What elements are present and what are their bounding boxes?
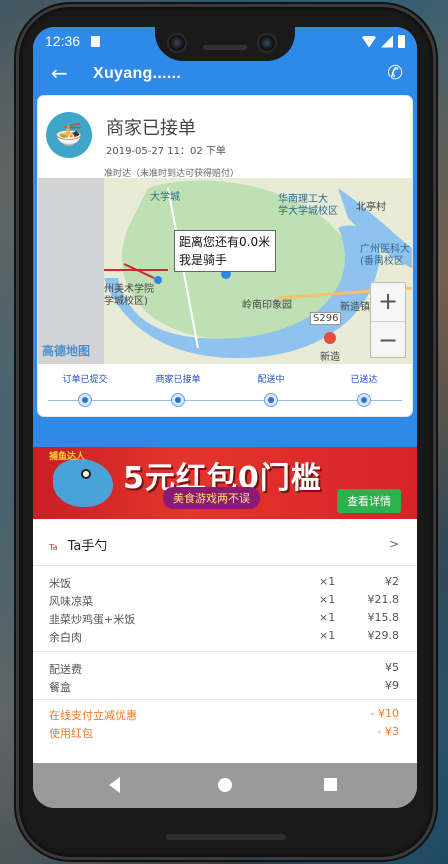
promo-row: 在线支付立减优惠 - ¥10	[49, 707, 399, 725]
banner-subtitle: 美食游戏两不误	[163, 487, 260, 509]
fee-price: ¥5	[385, 661, 399, 674]
phone-speaker-bottom	[166, 834, 286, 840]
divider	[33, 699, 417, 700]
rider-distance-bubble: 距离您还有0.0米 我是骑手	[174, 230, 276, 272]
map-logo: 高德地图	[42, 344, 91, 358]
step-dot	[78, 393, 92, 407]
step-label: 配送中	[257, 375, 285, 385]
order-details: Ta Ta手勺 > 米饭 ×1 ¥2 风味凉菜 ×1 ¥21.8 韭菜炒鸡蛋+米…	[33, 519, 417, 763]
item-qty: ×1	[319, 611, 336, 624]
step-label: 商家已接单	[155, 375, 201, 385]
order-item-row: 风味凉菜 ×1 ¥21.8	[49, 593, 399, 611]
step-dot	[171, 393, 185, 407]
item-name: 余白肉	[49, 631, 82, 644]
main-content: 🍜 商家已接单 2019-05-27 11：02 下单 准时达（未准时到达可获得…	[33, 91, 417, 763]
bowl-icon: 🍜	[46, 112, 92, 158]
sim-card-icon	[91, 36, 100, 47]
promo-row: 使用红包 - ¥3	[49, 725, 399, 743]
progress-line	[48, 400, 402, 401]
map-label: 学大学城校区	[278, 206, 338, 217]
app-bar: ← Xuyang...... ✆	[33, 57, 417, 91]
back-arrow-icon[interactable]: ←	[51, 63, 68, 83]
banner-logo: 捕鱼达人	[49, 452, 86, 462]
item-name: 米饭	[49, 577, 71, 590]
shark-mascot-icon	[53, 459, 113, 507]
item-price: ¥2	[385, 575, 399, 588]
system-nav-bar	[33, 763, 417, 808]
step-dot	[264, 393, 278, 407]
status-icons	[362, 35, 405, 48]
map-label: (番禺校区	[360, 256, 404, 267]
camera-notch	[155, 27, 295, 61]
status-time: 12:36	[45, 33, 81, 49]
map-label: 岭南印象园	[242, 300, 292, 311]
page-title: Xuyang......	[93, 65, 182, 82]
order-time: 2019-05-27 11：02 下单	[106, 146, 226, 157]
step-dot	[357, 393, 371, 407]
promo-price: - ¥3	[377, 725, 399, 738]
zoom-out-button[interactable]: −	[371, 321, 405, 359]
order-item-row: 米饭 ×1 ¥2	[49, 575, 399, 593]
shop-name: Ta手勺	[67, 539, 108, 554]
item-price: ¥21.8	[367, 593, 400, 606]
bubble-distance: 距离您还有0.0米	[179, 235, 271, 249]
signal-icon	[381, 35, 393, 48]
item-price: ¥15.8	[367, 611, 400, 624]
map-label: S296	[310, 312, 342, 325]
order-status-title: 商家已接单	[106, 118, 196, 139]
map-label: 新造	[320, 352, 340, 363]
divider	[33, 651, 417, 652]
shop-logo-icon: Ta	[49, 543, 58, 552]
nav-home-icon[interactable]	[218, 778, 232, 792]
step-delivered: 已送达	[324, 372, 404, 385]
step-accepted: 商家已接单	[138, 372, 218, 385]
step-submitted: 订单已提交	[45, 372, 125, 385]
item-name: 风味凉菜	[49, 595, 93, 608]
nav-recents-icon[interactable]	[324, 778, 337, 791]
zoom-in-button[interactable]: +	[371, 283, 405, 321]
fee-name: 配送费	[49, 663, 82, 676]
map-label: 北亭村	[356, 202, 386, 213]
bubble-rider: 我是骑手	[179, 253, 228, 267]
fee-row: 配送费 ¥5	[49, 661, 399, 679]
mascot-eye	[81, 469, 91, 479]
front-camera-icon	[257, 33, 277, 53]
promo-banner[interactable]: 捕鱼达人 5元红包0门槛 美食游戏两不误 查看详情	[33, 447, 417, 519]
map-label: 学城校区)	[104, 296, 148, 307]
fee-row: 餐盒 ¥9	[49, 679, 399, 697]
wifi-icon	[362, 35, 376, 48]
earpiece-speaker	[203, 45, 247, 50]
order-item-row: 韭菜炒鸡蛋+米饭 ×1 ¥15.8	[49, 611, 399, 629]
map-label: 大学城	[150, 192, 180, 203]
order-item-row: 余白肉 ×1 ¥29.8	[49, 629, 399, 647]
chevron-right-icon[interactable]: >	[389, 537, 399, 551]
item-qty: ×1	[319, 575, 336, 588]
phone-screen: 12:36 ← Xuyang...... ✆ 🍜 商家已接单 2019-05-2…	[33, 27, 417, 808]
delivery-map[interactable]: 大学城 华南理工大 学大学城校区 北亭村 广州医科大 (番禺校区 州美术学院 学…	[38, 178, 412, 364]
item-qty: ×1	[319, 593, 336, 606]
step-delivering: 配送中	[231, 372, 311, 385]
front-camera-icon	[167, 33, 187, 53]
nav-back-icon[interactable]	[109, 777, 120, 793]
promo-name: 使用红包	[49, 727, 93, 740]
battery-icon	[398, 35, 405, 48]
divider	[33, 565, 417, 566]
promo-price: - ¥10	[370, 707, 399, 720]
view-details-button[interactable]: 查看详情	[337, 489, 401, 513]
order-progress-steps: 订单已提交 商家已接单 配送中 已送达	[38, 366, 412, 414]
step-label: 订单已提交	[62, 375, 108, 385]
step-label: 已送达	[350, 375, 378, 385]
order-status-card: 🍜 商家已接单 2019-05-27 11：02 下单 准时达（未准时到达可获得…	[38, 96, 412, 416]
phone-call-icon[interactable]: ✆	[387, 62, 403, 84]
item-name: 韭菜炒鸡蛋+米饭	[49, 613, 136, 626]
map-zoom-control: + −	[370, 282, 406, 358]
map-label: 新造镇	[340, 302, 370, 313]
item-qty: ×1	[319, 629, 336, 642]
fee-name: 餐盒	[49, 681, 71, 694]
item-price: ¥29.8	[367, 629, 400, 642]
shop-row[interactable]: Ta Ta手勺	[49, 535, 107, 554]
fee-price: ¥9	[385, 679, 399, 692]
promo-name: 在线支付立减优惠	[49, 709, 137, 722]
